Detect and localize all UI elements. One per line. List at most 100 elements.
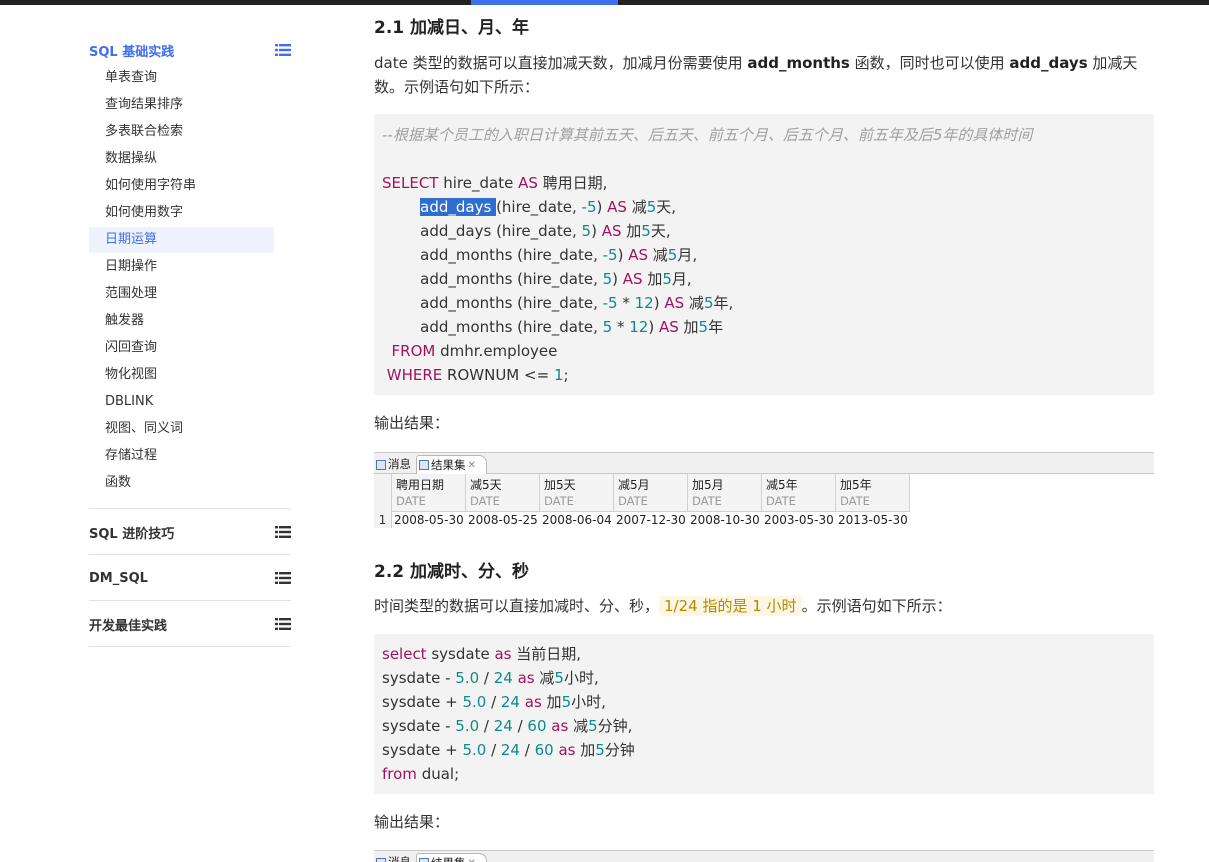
column-header[interactable]: 加5天 DATE [540, 474, 614, 512]
code-text: 减 [568, 717, 589, 735]
column-type: DATE [618, 494, 648, 508]
sidebar-section-title: 开发最佳实践 [89, 618, 168, 634]
sidebar-section-sql-basics[interactable]: SQL 基础实践 [89, 38, 291, 62]
code-text: ; [563, 366, 569, 384]
table-row[interactable]: 1 2008-05-30 2008-05-25 2008-06-04 2007-… [374, 512, 910, 528]
sidebar-item-stored-procedures[interactable]: 存储过程 [89, 443, 274, 469]
code-number: 5 [641, 222, 651, 240]
code-text: * [612, 318, 630, 336]
sidebar-item-sort-results[interactable]: 查询结果排序 [89, 92, 274, 118]
code-keyword: as [517, 669, 535, 687]
code-keyword: as [524, 693, 542, 711]
column-header[interactable]: 减5天 DATE [466, 474, 540, 512]
code-text: 加 [541, 693, 562, 711]
tab-messages[interactable]: 消息 [376, 455, 411, 474]
code-block-date-arithmetic[interactable]: --根据某个员工的入职日计算其前五天、后五天、前五个月、后五个月、前五年及后5年… [374, 114, 1154, 395]
top-bar [0, 0, 1209, 5]
code-number: -5 [602, 294, 618, 312]
list-icon[interactable] [275, 572, 291, 584]
code-keyword: FROM [391, 342, 436, 360]
sidebar-item-numbers[interactable]: 如何使用数字 [89, 200, 274, 226]
column-header[interactable]: 加5月 DATE [688, 474, 762, 512]
code-text: sysdate - [382, 669, 456, 687]
grid-header: 聘用日期 DATE 减5天 DATE 加5天 DATE 减5月 DATE 加5月 DATE… [374, 474, 910, 512]
sidebar-divider [89, 554, 291, 555]
code-text: add_months (hire_date, [420, 318, 603, 336]
tab-label: 结果集 [431, 854, 466, 862]
code-text: 减 [534, 669, 555, 687]
table-cell[interactable]: 2013-05-30 [836, 512, 910, 528]
column-type: DATE [692, 494, 722, 508]
column-name: 加5月 [692, 478, 724, 492]
table-cell[interactable]: 2008-05-30 [392, 512, 466, 528]
table-cell[interactable]: 2003-05-30 [762, 512, 836, 528]
text-bold: add_days [1009, 54, 1088, 72]
code-text: add_months (hire_date, [420, 270, 603, 288]
sidebar-section-dev-best-practices[interactable]: 开发最佳实践 [89, 612, 291, 636]
tab-label: 消息 [388, 855, 411, 862]
code-keyword: as [494, 645, 512, 663]
sidebar-item-materialized-views[interactable]: 物化视图 [89, 362, 274, 388]
sidebar-item-functions[interactable]: 函数 [89, 470, 274, 496]
column-header[interactable]: 减5年 DATE [762, 474, 836, 512]
column-header[interactable]: 减5月 DATE [614, 474, 688, 512]
grid-icon [419, 858, 429, 862]
code-text: ROWNUM <= [442, 366, 554, 384]
code-text: ) [612, 270, 623, 288]
sidebar-item-date-operations[interactable]: 日期操作 [89, 254, 274, 280]
code-keyword: AS [658, 318, 679, 336]
list-icon[interactable] [275, 526, 291, 538]
code-text: 月, [671, 270, 692, 288]
table-cell[interactable]: 2008-06-04 [540, 512, 614, 528]
result-tabstrip: 消息 结果集✕ [374, 452, 1154, 474]
sidebar-section-title: DM_SQL [89, 570, 148, 586]
column-name: 减5年 [766, 478, 798, 492]
tab-result-set[interactable]: 结果集✕ [416, 853, 487, 862]
column-type: DATE [470, 494, 500, 508]
sidebar-section-dm-sql[interactable]: DM_SQL [89, 566, 291, 590]
tab-messages[interactable]: 消息 [376, 853, 411, 862]
code-text: add_months (hire_date, [420, 246, 603, 264]
code-text: 减 [648, 246, 668, 264]
code-number: 60 [527, 717, 547, 735]
code-text: 加 [678, 318, 699, 336]
table-cell[interactable]: 2007-12-30 [614, 512, 688, 528]
sidebar-item-triggers[interactable]: 触发器 [89, 308, 274, 334]
close-icon[interactable]: ✕ [468, 456, 476, 475]
code-text: ) [653, 294, 665, 312]
code-number: 24 [493, 669, 513, 687]
sidebar-item-flashback-query[interactable]: 闪回查询 [89, 335, 274, 361]
table-cell[interactable]: 2008-05-25 [466, 512, 540, 528]
code-text: 年, [713, 294, 734, 312]
sidebar-item-strings[interactable]: 如何使用字符串 [89, 173, 274, 199]
sidebar-item-data-manipulation[interactable]: 数据操纵 [89, 146, 274, 172]
sidebar-item-views-synonyms[interactable]: 视图、同义词 [89, 416, 274, 442]
message-icon [376, 459, 386, 470]
code-comment: --根据某个员工的入职日计算其前五天、后五天、前五个月、后五个月、前五年及后5年… [382, 126, 1033, 144]
top-bar-active-indicator [471, 0, 618, 5]
code-text: 当前日期, [511, 645, 582, 663]
code-selection: add_days [420, 198, 497, 216]
code-number: 24 [500, 693, 520, 711]
grid-icon [419, 460, 429, 470]
sidebar-item-single-table-query[interactable]: 单表查询 [89, 65, 274, 91]
code-number: 5.0 [455, 669, 480, 687]
code-block-time-arithmetic[interactable]: select sysdate as 当前日期, sysdate - 5.0 / … [374, 634, 1154, 794]
column-header[interactable]: 加5年 DATE [836, 474, 910, 512]
table-cell[interactable]: 2008-10-30 [688, 512, 762, 528]
code-number: -5 [581, 198, 597, 216]
sidebar-section-sql-advanced[interactable]: SQL 进阶技巧 [89, 520, 291, 544]
text: 时间类型的数据可以直接加减时、分、秒， [374, 597, 660, 615]
sidebar-item-date-arithmetic[interactable]: 日期运算 [89, 227, 274, 253]
sidebar-item-dblink[interactable]: DBLINK [89, 389, 274, 415]
list-icon[interactable] [275, 44, 291, 56]
sidebar-item-range-handling[interactable]: 范围处理 [89, 281, 274, 307]
column-header[interactable]: 聘用日期 DATE [392, 474, 466, 512]
code-number: 5.0 [462, 741, 487, 759]
list-icon[interactable] [275, 618, 291, 630]
result-grid-image: 消息 结果集 ✕ 聘用日期 DATE 减5天 DATE 加5天 DATE 减5月 DATE… [374, 452, 1154, 530]
tab-result-set[interactable]: 结果集✕ [416, 455, 487, 474]
sidebar-item-multi-table[interactable]: 多表联合检索 [89, 119, 274, 145]
text: 函数，同时也可以使用 [849, 54, 1010, 72]
close-icon[interactable]: ✕ [468, 854, 476, 862]
